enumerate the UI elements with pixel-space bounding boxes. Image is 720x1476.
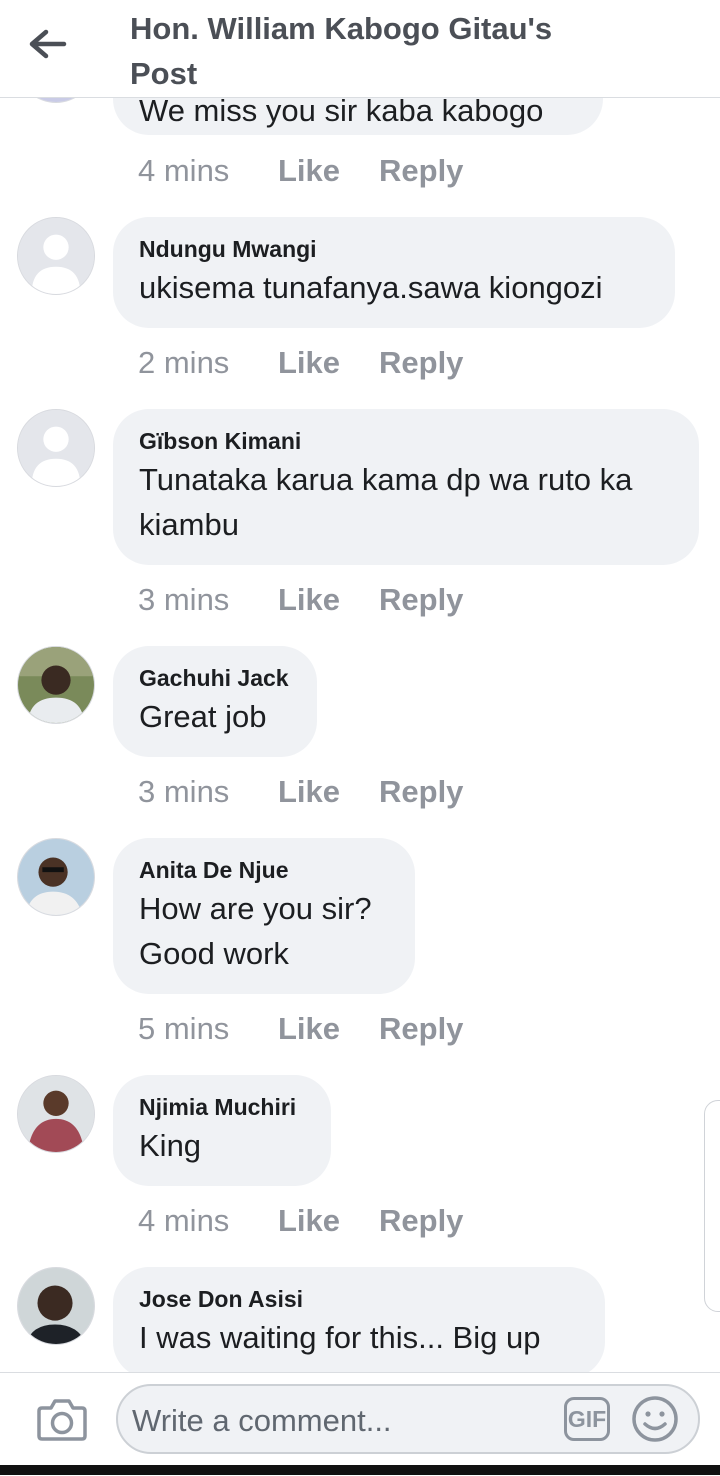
comment-actions: 3 mins Like Reply — [138, 582, 463, 618]
comment-author[interactable]: Gachuhi Jack — [139, 664, 291, 692]
comment-input-placeholder: Write a comment... — [132, 1403, 392, 1438]
comment-bubble[interactable]: Jose Don Asisi I was waiting for this...… — [113, 1267, 605, 1372]
comment-actions: 4 mins Like Reply — [138, 153, 463, 189]
arrow-left-icon — [29, 29, 67, 59]
comment-actions: 4 mins Like Reply — [138, 1203, 463, 1239]
comment-author[interactable]: Gïbson Kimani — [139, 427, 673, 455]
avatar[interactable] — [17, 1267, 95, 1345]
page-title-line: Hon. William Kabogo Gitau's — [130, 11, 553, 46]
comments-feed[interactable]: We miss you sir kaba kabogo 4 mins Like Re… — [0, 0, 720, 1372]
comment-text: I was waiting for this... Big up — [139, 1320, 541, 1355]
comment-author[interactable]: Ndungu Mwangi — [139, 235, 649, 263]
comment-text: Great job — [139, 699, 267, 734]
comment-bubble[interactable]: Gïbson Kimani Tunataka karua kama dp wa … — [113, 409, 699, 565]
comment-text: King — [139, 1128, 202, 1163]
page-title: Hon. William Kabogo Gitau's Post — [130, 6, 650, 96]
comment-bubble[interactable]: Ndungu Mwangi ukisema tunafanya.sawa kio… — [113, 217, 675, 328]
reply-button[interactable]: Reply — [379, 774, 463, 810]
comment-actions: 3 mins Like Reply — [138, 774, 463, 810]
emoji-button[interactable] — [630, 1394, 680, 1444]
app-header: Hon. William Kabogo Gitau's Post — [0, 0, 720, 98]
like-button[interactable]: Like — [278, 153, 379, 189]
reply-button[interactable]: Reply — [379, 345, 463, 381]
system-nav-bar — [0, 1465, 720, 1475]
comment-actions: 5 mins Like Reply — [138, 1011, 463, 1047]
comment-composer: Write a comment... GIF — [0, 1372, 720, 1476]
comment-bubble[interactable]: Gachuhi Jack Great job — [113, 646, 317, 757]
avatar[interactable] — [17, 217, 95, 295]
avatar[interactable] — [17, 1075, 95, 1153]
avatar[interactable] — [17, 409, 95, 487]
camera-button[interactable] — [36, 1396, 88, 1442]
comment-text-line: kiambu — [139, 507, 239, 542]
like-button[interactable]: Like — [278, 582, 379, 618]
comment-text: ukisema tunafanya.sawa kiongozi — [139, 270, 603, 305]
comment-time: 4 mins — [138, 153, 230, 188]
comment-author[interactable]: Jose Don Asisi — [139, 1285, 579, 1313]
smiley-icon — [632, 1396, 678, 1442]
comment-time: 4 mins — [138, 1203, 230, 1238]
comment-time: 3 mins — [138, 774, 230, 809]
reply-button[interactable]: Reply — [379, 1203, 463, 1239]
comment-input[interactable]: Write a comment... GIF — [116, 1384, 700, 1454]
comment-text-line: How are you sir? — [139, 891, 372, 926]
comment-time: 5 mins — [138, 1011, 230, 1046]
gif-button[interactable]: GIF — [564, 1397, 610, 1441]
like-button[interactable]: Like — [278, 345, 379, 381]
camera-icon — [37, 1399, 87, 1441]
comment-author[interactable]: Njimia Muchiri — [139, 1093, 305, 1121]
like-button[interactable]: Like — [278, 774, 379, 810]
comment-text-line: Good work — [139, 936, 289, 971]
back-button[interactable] — [26, 26, 70, 62]
comment-time: 2 mins — [138, 345, 230, 380]
reply-button[interactable]: Reply — [379, 582, 463, 618]
comment-bubble[interactable]: Njimia Muchiri King — [113, 1075, 331, 1186]
scroll-indicator — [704, 1100, 720, 1312]
comment-bubble[interactable]: Anita De Njue How are you sir? Good work — [113, 838, 415, 994]
page-title-line: Post — [130, 56, 198, 91]
reply-button[interactable]: Reply — [379, 1011, 463, 1047]
like-button[interactable]: Like — [278, 1203, 379, 1239]
comment-time: 3 mins — [138, 582, 230, 617]
like-button[interactable]: Like — [278, 1011, 379, 1047]
comment-author[interactable]: Anita De Njue — [139, 856, 389, 884]
avatar[interactable] — [17, 646, 95, 724]
avatar[interactable] — [17, 838, 95, 916]
reply-button[interactable]: Reply — [379, 153, 463, 189]
comment-actions: 2 mins Like Reply — [138, 345, 463, 381]
comment-text-line: Tunataka karua kama dp wa ruto ka — [139, 462, 633, 497]
